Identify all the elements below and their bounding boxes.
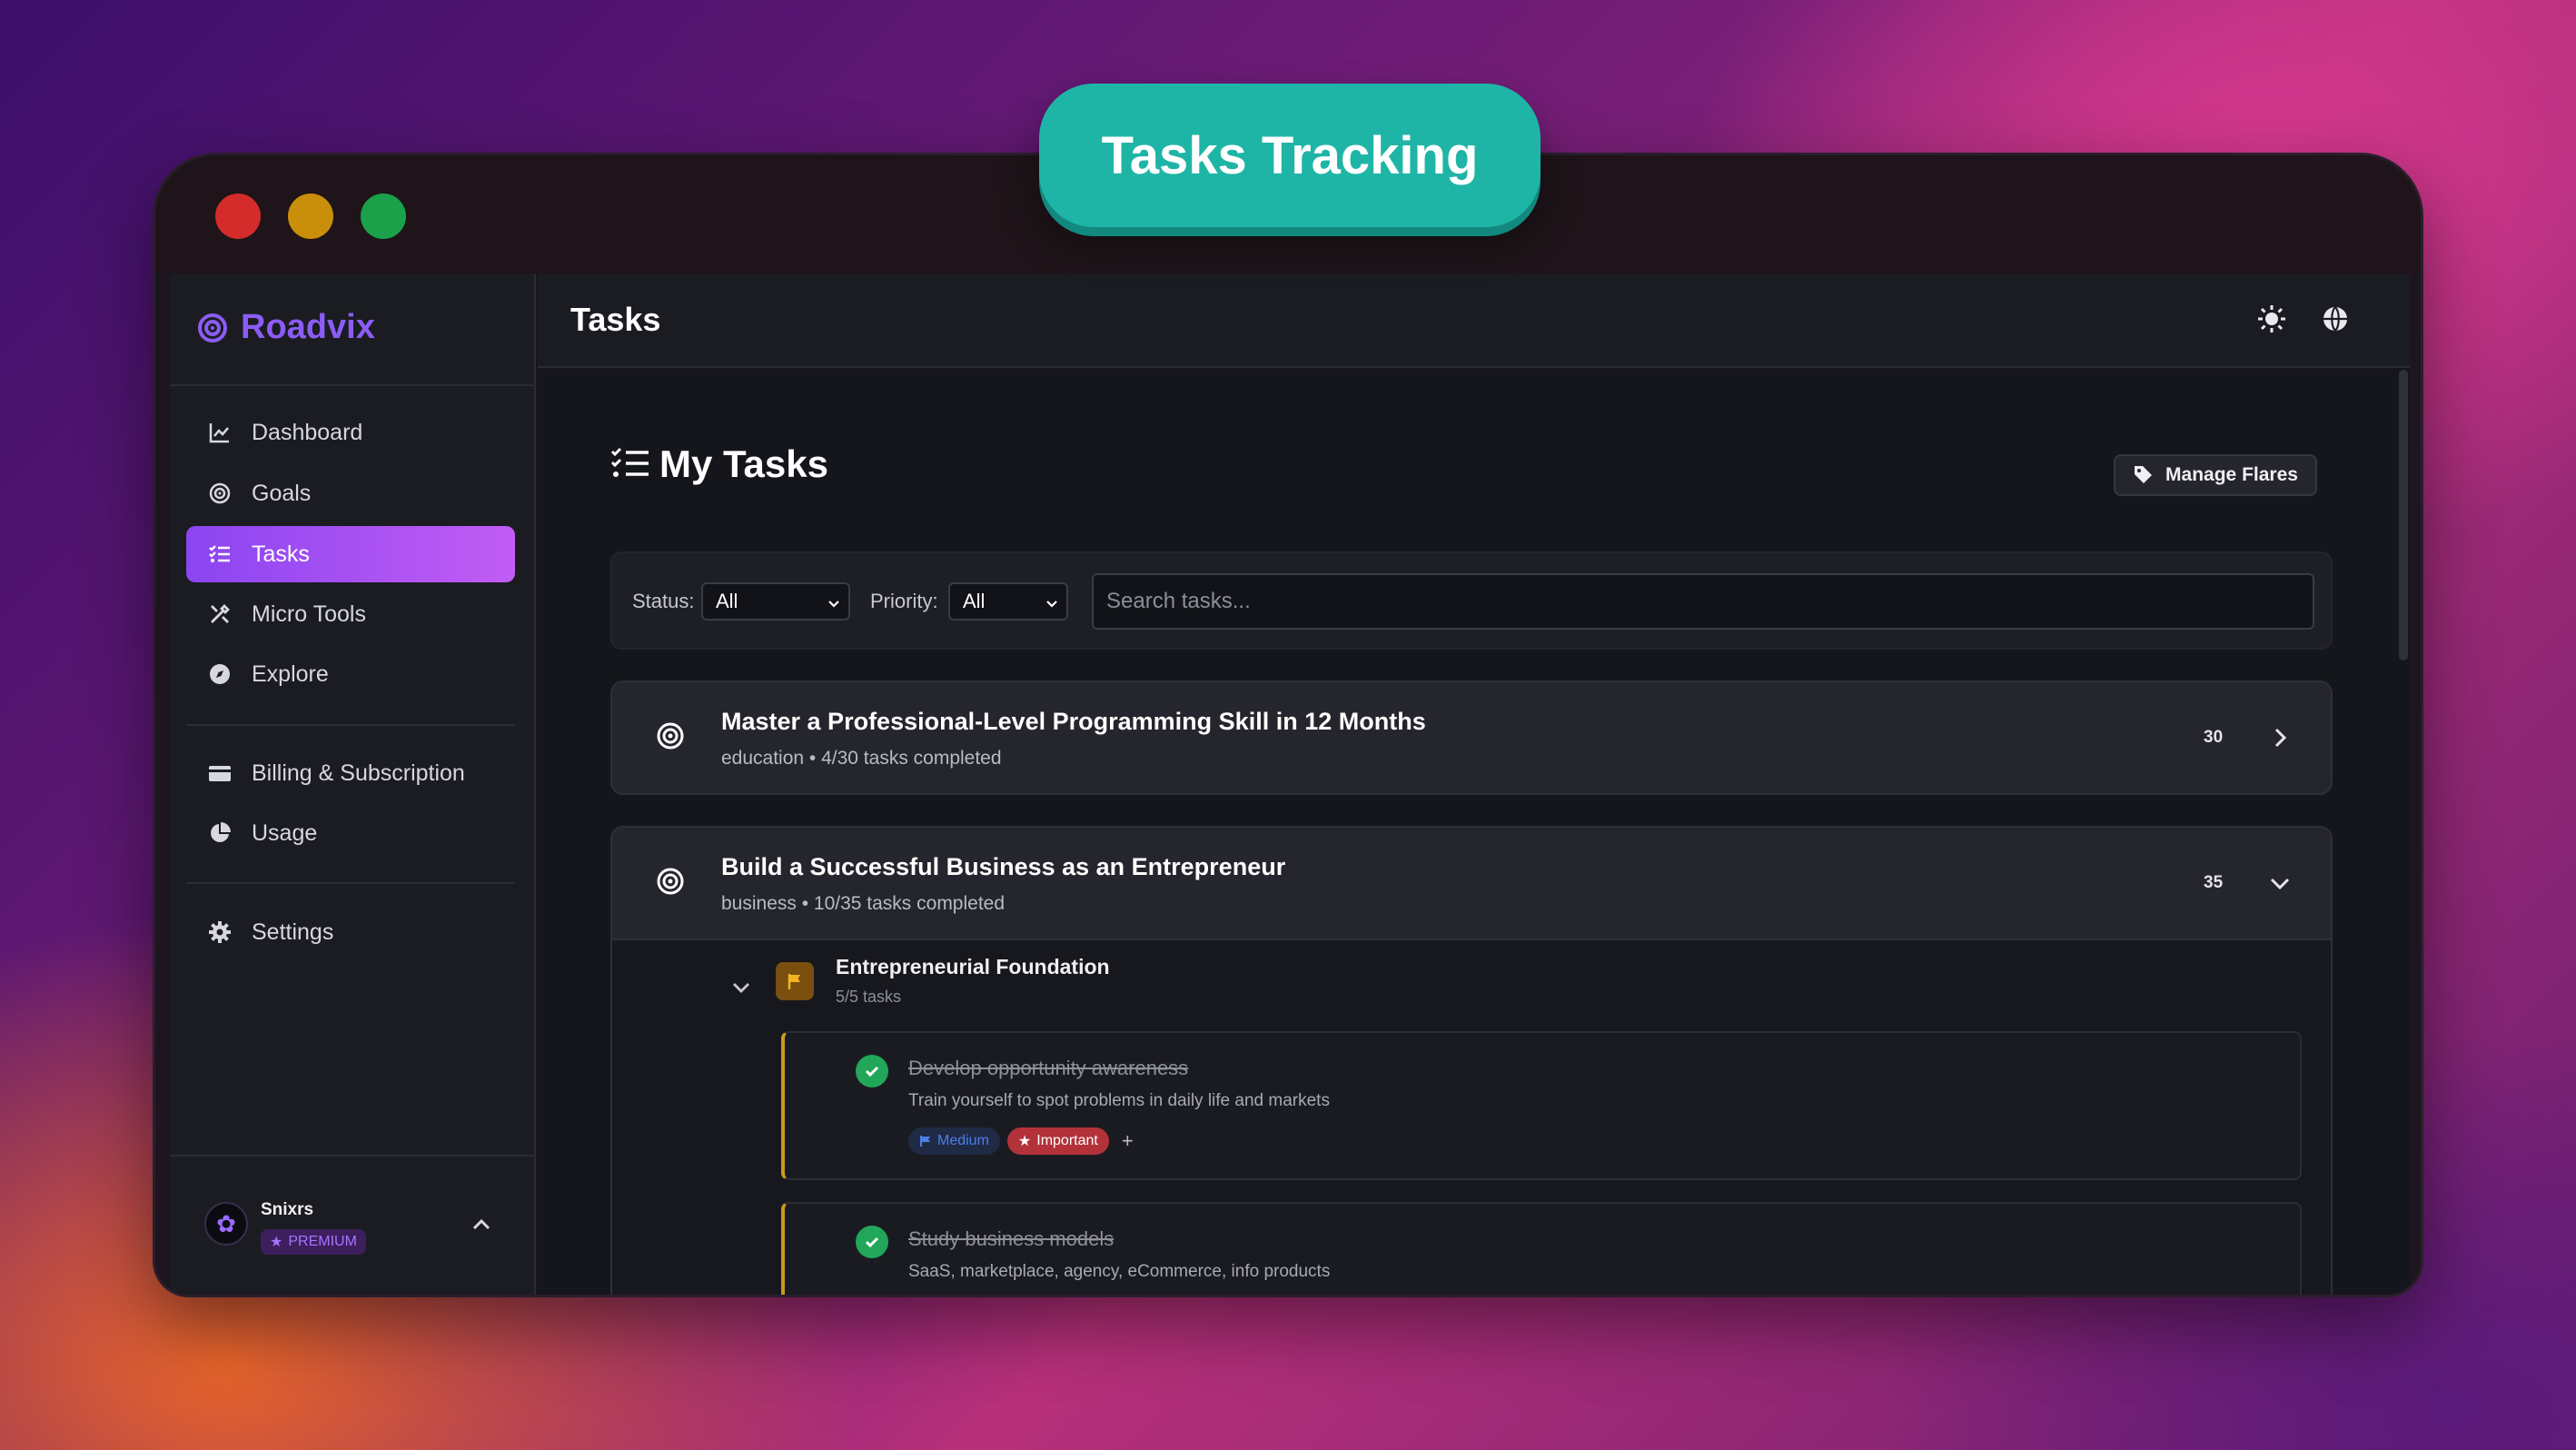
pie-chart-icon [211,822,231,842]
sidebar-item-explore[interactable]: Explore [186,646,515,702]
user-profile[interactable]: ✿ Snixrs ★ PREMIUM [170,1155,534,1295]
my-tasks-heading: My Tasks [610,442,828,486]
tools-icon [211,604,230,623]
sidebar-item-label: Micro Tools [252,601,366,627]
milestone-subtitle: 5/5 tasks [836,988,902,1006]
goal-title: Build a Successful Business as an Entrep… [721,853,1286,880]
brand-logo[interactable]: Roadvix [197,308,375,347]
sun-icon[interactable] [2256,303,2287,334]
chevron-right-icon[interactable] [2267,725,2293,750]
goal-card[interactable]: Master a Professional-Level Programming … [610,680,2333,795]
app-root: Roadvix Dashboard Goals Tasks Micro Tool… [170,273,2410,1295]
compass-icon [210,664,230,684]
target-icon [657,722,684,750]
page-title: Tasks [570,301,661,338]
main-content[interactable]: My Tasks Manage Flares Status: All Prior… [538,370,2410,1295]
sidebar-item-billing[interactable]: Billing & Subscription [186,745,515,801]
target-logo-icon [197,313,228,343]
status-select[interactable]: All [701,582,850,621]
app-window: Roadvix Dashboard Goals Tasks Micro Tool… [153,153,2423,1297]
topbar: Tasks [538,273,2410,368]
sidebar-item-label: Explore [252,660,329,687]
sidebar-divider [186,724,515,726]
flag-icon [776,962,814,1000]
minimize-window-button[interactable] [288,194,333,239]
gear-icon [209,921,231,943]
sidebar-item-label: Settings [252,919,334,945]
chevron-down-icon [828,601,839,608]
sidebar-item-dashboard[interactable]: Dashboard [186,404,515,461]
user-name: Snixrs [261,1200,314,1219]
add-tag-button[interactable]: + [1122,1129,1134,1153]
sidebar-item-label: Goals [252,480,312,506]
task-tags: Medium ★ Important + [908,1127,1134,1155]
premium-badge: ★ PREMIUM [261,1229,366,1255]
sidebar-item-goals[interactable]: Goals [186,465,515,521]
goal-subtitle: education • 4/30 tasks completed [721,748,1002,769]
goal-card[interactable]: Build a Successful Business as an Entrep… [610,826,2333,1295]
credit-card-icon [209,766,231,781]
task-card[interactable]: Develop opportunity awareness Train your… [781,1031,2302,1180]
sidebar-item-usage[interactable]: Usage [186,805,515,861]
avatar: ✿ [204,1202,248,1246]
priority-filter-label: Priority: [870,590,938,612]
maximize-window-button[interactable] [361,194,406,239]
goal-task-count: 30 [2204,728,2224,747]
search-input[interactable]: Search tasks... [1092,573,2314,630]
scrollbar[interactable] [2399,370,2408,660]
sidebar-item-settings[interactable]: Settings [186,904,515,960]
brand-name: Roadvix [241,308,375,346]
goal-header[interactable]: Build a Successful Business as an Entrep… [612,828,2331,939]
target-icon [657,868,684,895]
tags-icon [2135,466,2153,483]
flare-tag[interactable]: ★ Important [1006,1127,1109,1155]
sidebar-divider [186,882,515,884]
goal-task-count: 35 [2204,873,2224,892]
task-list-icon [610,447,649,477]
milestone-title: Entrepreneurial Foundation [836,955,1110,978]
sidebar-item-label: Billing & Subscription [252,760,465,786]
chevron-up-icon[interactable] [470,1213,493,1236]
star-icon: ★ [270,1235,283,1250]
sidebar-item-label: Tasks [252,541,310,567]
task-description: Train yourself to spot problems in daily… [908,1091,1330,1110]
priority-select[interactable]: All [948,582,1068,621]
chevron-down-icon[interactable] [2267,870,2293,896]
target-icon [209,482,231,504]
tasks-tracking-banner: Tasks Tracking [1039,84,1541,227]
task-list-icon [209,545,230,562]
sidebar-item-label: Dashboard [252,419,363,445]
task-card[interactable]: Study business models SaaS, marketplace,… [781,1202,2302,1295]
goal-title: Master a Professional-Level Programming … [721,708,1426,735]
goal-header[interactable]: Master a Professional-Level Programming … [612,682,2331,793]
sidebar: Roadvix Dashboard Goals Tasks Micro Tool… [170,273,536,1295]
check-icon[interactable] [856,1226,888,1258]
filter-bar: Status: All Priority: All Search tasks..… [610,551,2333,650]
sidebar-item-label: Usage [252,819,318,846]
chart-line-icon [209,423,229,443]
star-icon: ★ [1017,1134,1032,1149]
chevron-down-icon[interactable] [730,977,752,998]
task-description: SaaS, marketplace, agency, eCommerce, in… [908,1262,1331,1281]
task-title: Study business models [908,1227,1115,1250]
check-icon[interactable] [856,1055,888,1088]
priority-tag[interactable]: Medium [908,1127,1000,1155]
chevron-down-icon [1046,601,1057,608]
sidebar-divider [170,384,534,386]
sidebar-item-micro-tools[interactable]: Micro Tools [186,586,515,642]
goal-body: Entrepreneurial Foundation 5/5 tasks Dev… [612,939,2331,1295]
goal-subtitle: business • 10/35 tasks completed [721,893,1006,914]
status-filter-label: Status: [632,590,695,612]
globe-icon[interactable] [2320,303,2351,334]
manage-flares-button[interactable]: Manage Flares [2114,454,2317,496]
close-window-button[interactable] [215,194,261,239]
task-title: Develop opportunity awareness [908,1057,1189,1079]
sidebar-item-tasks[interactable]: Tasks [186,526,515,582]
flag-icon [920,1136,930,1147]
